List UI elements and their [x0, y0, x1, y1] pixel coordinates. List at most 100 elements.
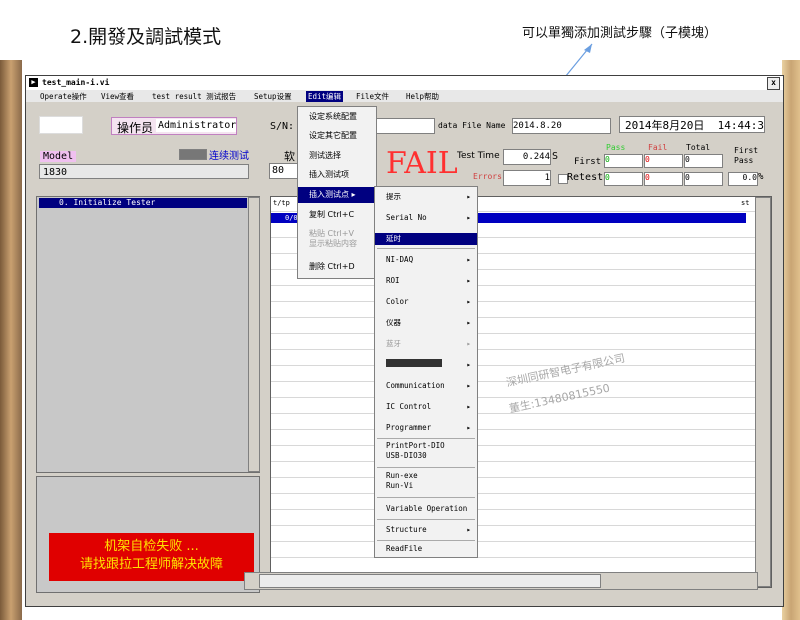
submenu-ic-control[interactable]: IC Control ▸: [375, 397, 477, 417]
soft-label: 软: [284, 150, 295, 163]
errors-label: Errors: [473, 172, 502, 181]
menu-item-show-paste[interactable]: 显示粘贴内容: [298, 238, 376, 248]
app-icon: ▶: [29, 78, 38, 87]
submenu-serial-no[interactable]: Serial No ▸: [375, 208, 477, 228]
date-text: 2014年8月20日: [625, 119, 705, 132]
menubar: Operate操作 View查看 test result 测试报告 Setup设…: [26, 90, 783, 102]
data-file-field[interactable]: 2014.8.20: [512, 118, 611, 134]
model-label: Model: [40, 151, 77, 162]
operator-label: 操作员: [117, 121, 154, 135]
submenu-color[interactable]: Color ▸: [375, 292, 477, 312]
menu-view[interactable]: View查看: [101, 91, 134, 102]
operator-box: 操作员 Administrator: [111, 117, 237, 135]
insert-submenu: 提示 ▸ Serial No ▸ 延时 NI-DAQ ▸ ROI ▸ Color ▸ 仪器…: [374, 186, 478, 558]
test-time-label: Test Time: [457, 151, 500, 161]
alarm-banner: 机架自检失败 ... 请找跟拉工程师解决故障: [49, 533, 254, 581]
test-time-field: 0.244: [503, 149, 551, 165]
submenu-communication[interactable]: Communication ▸: [375, 376, 477, 396]
sn-field[interactable]: [371, 118, 435, 134]
chevron-right-icon: ▸: [466, 255, 471, 264]
grid-col-header: t/tp: [273, 199, 290, 207]
submenu-redacted[interactable]: ▸: [375, 355, 477, 375]
submenu-structure[interactable]: Structure ▸: [375, 520, 477, 540]
desktop-background-right: [782, 60, 800, 620]
chevron-right-icon: ▸: [466, 402, 471, 411]
chevron-right-icon: ▸: [466, 318, 471, 327]
submenu-readfile[interactable]: ReadFile: [375, 540, 477, 557]
submenu-delay[interactable]: 延时: [375, 233, 477, 245]
operator-field[interactable]: Administrator: [156, 119, 236, 132]
continuous-toggle[interactable]: [179, 149, 207, 160]
submenu-usb-dio30[interactable]: USB-DIO30: [375, 450, 477, 461]
submenu-roi[interactable]: ROI ▸: [375, 271, 477, 291]
pass-label: Pass: [606, 143, 626, 152]
menu-operate[interactable]: Operate操作: [40, 91, 87, 102]
submenu-prompt[interactable]: 提示 ▸: [375, 187, 477, 207]
chevron-right-icon: ▸: [466, 525, 471, 534]
submenu-ni-daq[interactable]: NI-DAQ ▸: [375, 250, 477, 270]
retest-fail-count: 0: [644, 172, 683, 186]
chevron-right-icon: ▸: [466, 339, 471, 348]
menu-setup[interactable]: Setup设置: [254, 91, 292, 102]
hscroll-thumb[interactable]: [259, 574, 601, 588]
datetime-display: 2014年8月20日 14:44:37: [619, 116, 765, 133]
chevron-right-icon: ▸: [466, 423, 471, 432]
menu-item-other-config[interactable]: 设定其它配置: [298, 126, 376, 146]
menu-item-insert-point[interactable]: 插入测试点 ▸: [298, 187, 376, 203]
first-pass-rate: 0.0: [728, 172, 758, 186]
alarm-line2: 请找跟拉工程师解决故障: [79, 557, 223, 572]
first-fail-count: 0: [644, 154, 683, 168]
menu-item-insert-test[interactable]: 插入测试项: [298, 165, 376, 185]
window-title: test_main-i.vi: [42, 78, 110, 87]
menu-item-delete[interactable]: 删除 Ctrl+D: [298, 257, 376, 277]
menu-item-paste[interactable]: 粘贴 Ctrl+V: [298, 228, 376, 238]
table-hscrollbar[interactable]: [244, 572, 758, 590]
step-list[interactable]: 0. Initialize Tester: [36, 196, 260, 473]
data-file-label: data File Name: [438, 121, 506, 130]
test-time-unit: S: [552, 151, 559, 162]
fail-status: FAIL: [386, 146, 458, 181]
menu-item-copy[interactable]: 复制 Ctrl+C: [298, 205, 376, 225]
submenu-programmer[interactable]: Programmer ▸: [375, 418, 477, 438]
logo-placeholder: [39, 116, 83, 134]
menu-test-result[interactable]: test result 测试报告: [152, 91, 236, 102]
grid-first-cell: 0/0: [285, 214, 298, 222]
model-select[interactable]: 1830: [39, 164, 249, 179]
grid-col-header-last: st: [741, 199, 750, 207]
menu-edit[interactable]: Edit编辑: [306, 91, 344, 102]
menu-item-system-config[interactable]: 设定系统配置: [298, 107, 376, 127]
step-item[interactable]: 0. Initialize Tester: [39, 198, 247, 208]
first-label: First: [574, 157, 602, 167]
submenu-variable-operation[interactable]: Variable Operation: [375, 499, 477, 519]
first-pass-count: 0: [604, 154, 643, 168]
chevron-right-icon: ▸: [466, 381, 471, 390]
total-label: Total: [686, 143, 711, 152]
continuous-label: 连续测试: [209, 151, 249, 162]
model-value: 1830: [43, 167, 68, 178]
sn-label: S/N:: [270, 121, 295, 132]
first-total-count: 0: [684, 154, 723, 168]
fail-label: Fail: [648, 143, 668, 152]
table-vscrollbar[interactable]: [755, 197, 771, 587]
desktop-background-left: [0, 60, 22, 620]
close-icon[interactable]: x: [767, 77, 780, 90]
retest-pass-count: 0: [604, 172, 643, 186]
submenu-bluetooth[interactable]: 蓝牙 ▸: [375, 334, 477, 354]
first-pass-label: First Pass: [734, 146, 759, 165]
alarm-line1: 机架自检失败 ...: [104, 539, 199, 554]
menu-file[interactable]: File文件: [356, 91, 389, 102]
chevron-right-icon: ▸: [466, 360, 471, 369]
chevron-right-icon: ▸: [466, 192, 471, 201]
chevron-right-icon: ▸: [466, 297, 471, 306]
window-titlebar: ▶ test_main-i.vi x: [26, 76, 783, 90]
submenu-instrument[interactable]: 仪器 ▸: [375, 313, 477, 333]
retest-label: Retest: [567, 172, 604, 183]
time-text: 14:44:37: [717, 119, 764, 132]
errors-field: 1: [503, 170, 551, 186]
retest-total-count: 0: [684, 172, 723, 186]
menu-help[interactable]: Help帮助: [406, 91, 439, 102]
step-list-scrollbar[interactable]: [248, 197, 260, 472]
submenu-run-vi[interactable]: Run-Vi: [375, 480, 477, 491]
chevron-right-icon: ▸: [466, 213, 471, 222]
menu-item-test-select[interactable]: 测试选择: [298, 146, 376, 166]
